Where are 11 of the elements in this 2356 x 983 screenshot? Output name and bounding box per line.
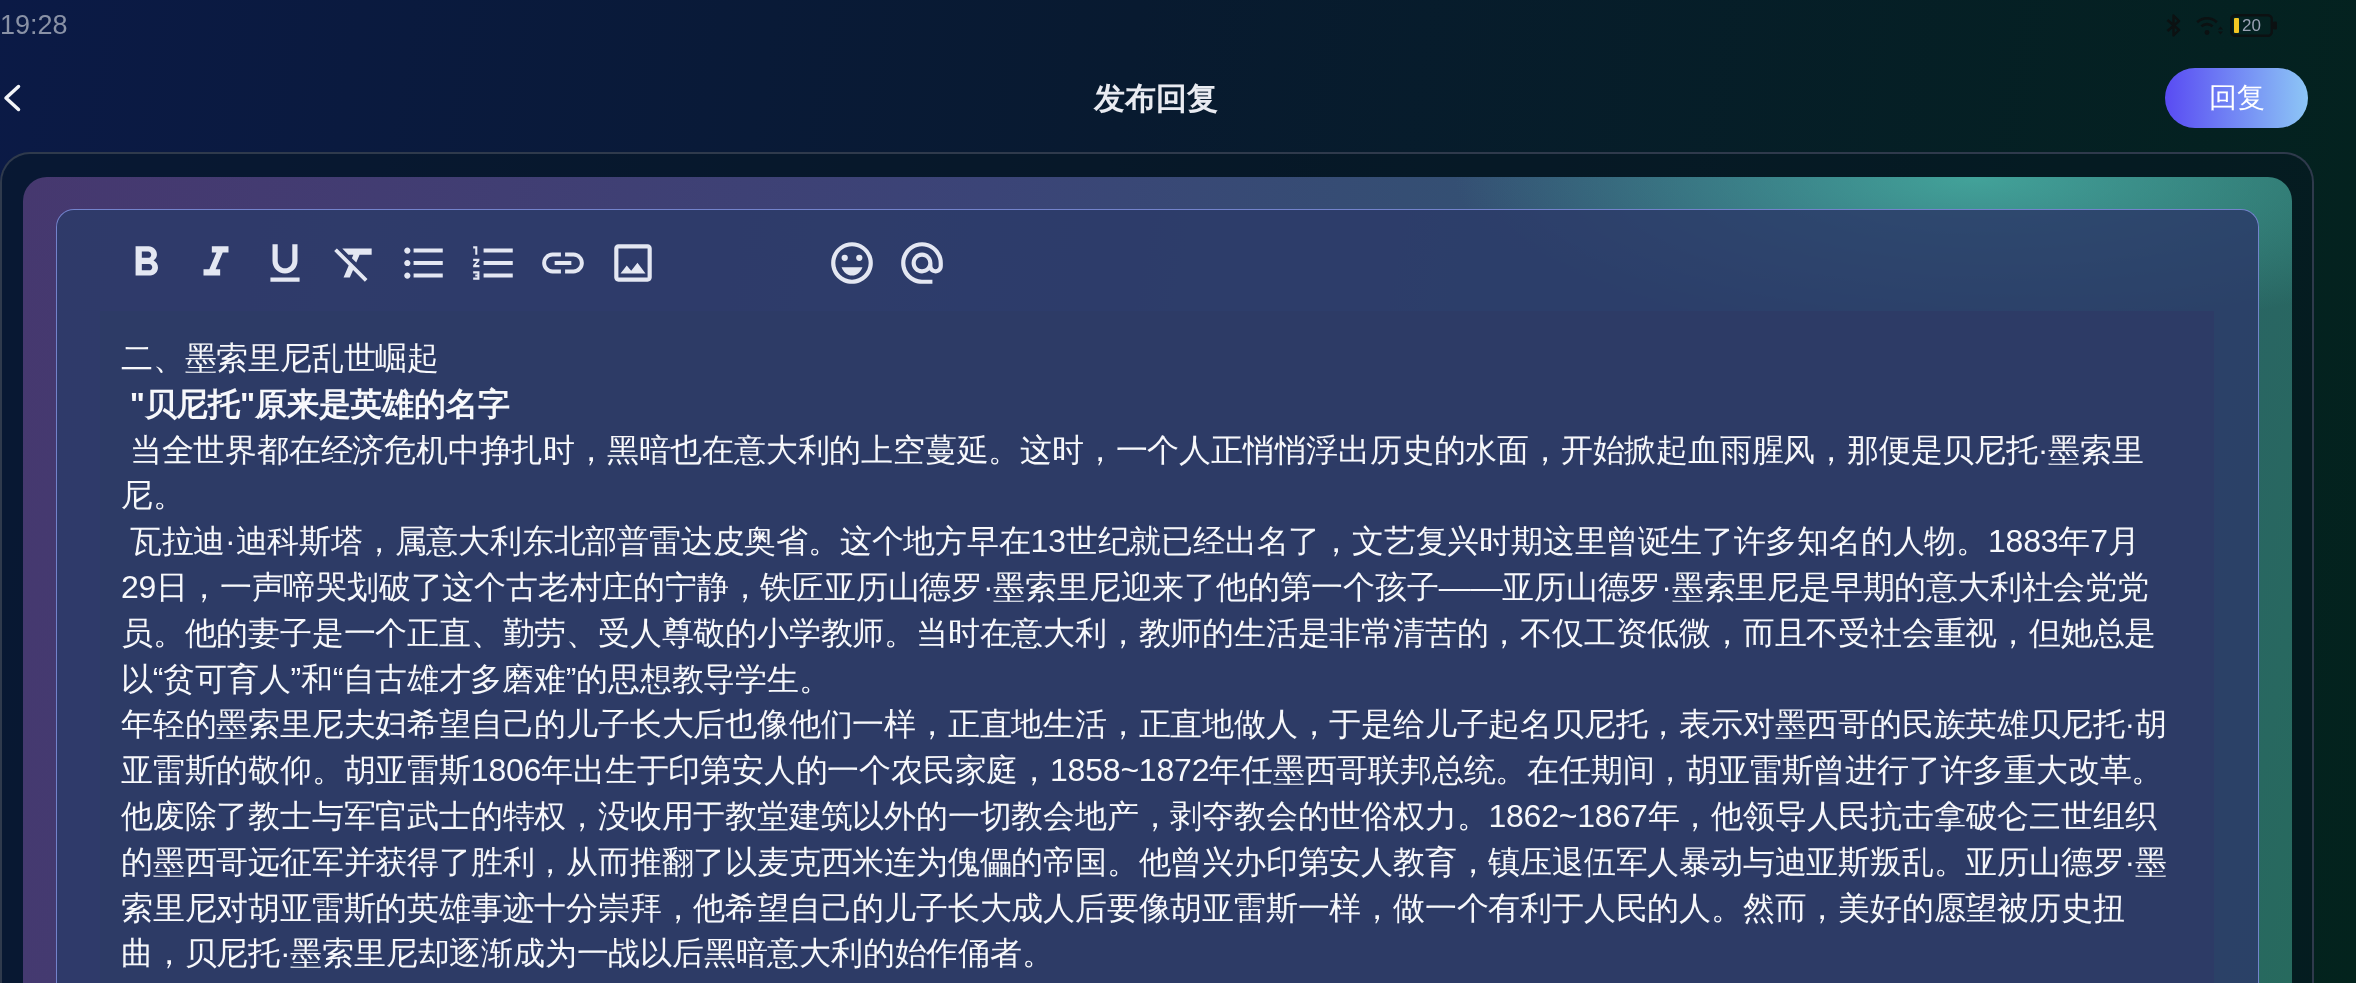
subheading: "贝尼托"原来是英雄的名字: [128, 384, 511, 424]
paragraph: 年轻的墨索里尼夫妇希望自己的儿子长大后也像他们一样，正直地生活，正直地做人，于是给儿子起名贝尼托，表示对墨西哥的民族英雄贝尼托·胡亚雷斯的敬仰。胡亚雷斯1806年出生于印第安人的一个农民家庭，1858~1872年任墨西哥联邦总统。在任期间，胡亚雷斯曾进行了许多重大改革。他废除了教士与军官武士的特权，没收用于教堂建筑以外的一切教会地产，剥夺教会的世俗权力。1862~1867年，他领导人民抗击拿破仑三世组织的墨西哥远征军并获得了胜利，从而推翻了以麦克西米连为傀儡的帝国。他曾兴办印第安人教育，镇压退伍军人暴动与迪亚斯叛乱。亚历山德罗·墨索里尼对胡亚雷斯的英雄事迹十分崇拜，他希望自己的儿子长大成人后要像胡亚雷斯一样，做一个有利于人民的人。然而，美好的愿望被历史扭曲，贝尼托·墨索里尼却逐渐成为一战以后黑暗意大利的始作俑者。: [121, 705, 2168, 974]
paragraph: 当全世界都在经济危机中挣扎时，黑暗也在意大利的上空蔓延。这时，一个人正悄悄浮出历史的水面，开始掀起血雨腥风，那便是贝尼托·墨索里尼。: [121, 430, 2145, 516]
battery-percent: 20: [2242, 16, 2261, 34]
paragraph: 二、墨索里尼乱世崛起: [121, 339, 440, 378]
paragraph: 瓦拉迪·迪科斯塔，属意大利东北部普雷达皮奥省。这个地方早在13世纪就已经出名了，文艺复兴时期这里曾诞生了许多知名的人物。1883年7月29日，一声啼哭划破了这个古老村庄的宁静，铁匠亚历山德罗·墨索里尼迎来了他的第一个孩子——亚历山德罗·墨索里尼是早期的意大利社会党党员。他的妻子是一个正直、勤劳、受人尊敬的小学教师。当时在意大利，教师的生活是非常清苦的，不仅工资低微，而且不受社会重视，但她总是以“贫可育人”和“自古雄才多磨难”的思想教导学生。: [121, 522, 2158, 699]
reply-button[interactable]: 回复: [2165, 68, 2308, 128]
battery-icon: [2230, 13, 2277, 37]
back-icon[interactable]: [2, 84, 22, 112]
status-time: 19:28: [0, 11, 68, 39]
page-title: 发布回复: [1094, 82, 1218, 114]
